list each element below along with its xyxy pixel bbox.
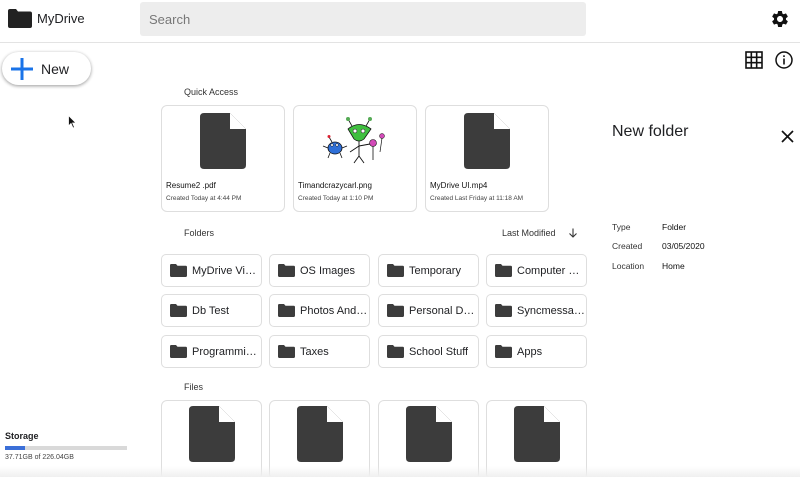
folder-item[interactable]: School Stuff — [378, 335, 479, 368]
folder-icon — [387, 345, 404, 358]
storage-bar — [5, 446, 127, 450]
folder-icon — [495, 345, 512, 358]
quick-access-card[interactable]: Resume2 .pdf Created Today at 4:44 PM — [161, 105, 285, 212]
folder-icon — [170, 304, 187, 317]
storage-bar-fill — [5, 446, 26, 450]
folder-name: Computer R… — [517, 264, 586, 277]
folder-item[interactable]: Programmin… — [161, 335, 262, 368]
document-icon — [200, 113, 246, 169]
sort-label: Last Modified — [502, 228, 556, 238]
file-meta: Created Today at 4:44 PM — [166, 195, 242, 202]
folder-item[interactable]: MyDrive Vid… — [161, 254, 262, 287]
search-input[interactable] — [140, 2, 586, 36]
file-name: MyDrive UI.mp4 — [430, 181, 488, 190]
quick-access-label: Quick Access — [184, 87, 239, 97]
thumbnail — [162, 106, 284, 176]
bottom-edge-shadow — [0, 466, 800, 477]
detail-row-created: Created 03/05/2020 — [612, 241, 705, 251]
folder-icon — [278, 264, 295, 277]
folder-item[interactable]: Photos And … — [269, 294, 370, 327]
folder-name: Temporary — [409, 264, 461, 277]
files-label: Files — [184, 382, 204, 392]
folder-item[interactable]: OS Images — [269, 254, 370, 287]
detail-key: Type — [612, 222, 631, 232]
folder-name: Photos And … — [300, 304, 369, 317]
folder-item[interactable]: Temporary — [378, 254, 479, 287]
folder-name: Syncmessage — [517, 304, 586, 317]
sort-control[interactable]: Last Modified — [502, 228, 578, 238]
folder-icon — [387, 304, 404, 317]
detail-key: Created — [612, 241, 643, 251]
folder-icon — [495, 304, 512, 317]
folder-icon — [170, 264, 187, 277]
folder-item[interactable]: Taxes — [269, 335, 370, 368]
folder-name: Taxes — [300, 345, 329, 358]
storage-panel: Storage 37.71GB of 226.04GB — [5, 431, 127, 461]
new-button-label: New — [41, 60, 70, 77]
folder-item[interactable]: Computer R… — [486, 254, 587, 287]
header: MyDrive — [0, 0, 800, 43]
grid-view-icon[interactable] — [745, 51, 763, 69]
folder-icon — [387, 264, 404, 277]
folder-name: School Stuff — [409, 345, 469, 358]
quick-access-card[interactable]: MyDrive UI.mp4 Created Last Friday at 11… — [425, 105, 549, 212]
logo[interactable]: MyDrive — [8, 9, 85, 28]
detail-key: Location — [612, 261, 645, 271]
quick-access-card[interactable]: Timandcrazycarl.png Created Today at 1:1… — [293, 105, 417, 212]
folder-name: Personal Dri… — [409, 304, 478, 317]
info-icon[interactable] — [775, 51, 793, 69]
document-icon — [296, 406, 343, 462]
folder-icon — [170, 345, 187, 358]
document-icon — [405, 406, 452, 462]
detail-value: Folder — [662, 222, 687, 232]
gear-icon[interactable] — [770, 9, 790, 29]
thumbnail — [426, 106, 548, 176]
mouse-cursor-icon — [68, 115, 77, 129]
storage-title: Storage — [5, 431, 39, 441]
file-name: Resume2 .pdf — [166, 181, 216, 190]
folder-name: OS Images — [300, 264, 356, 277]
details-title: New folder — [612, 123, 689, 140]
folder-name: Apps — [517, 345, 543, 358]
folder-logo-icon — [8, 9, 32, 28]
app-window: MyDrive New Storage 37.71GB of 226.04GB — [0, 0, 800, 477]
folders-label: Folders — [184, 228, 215, 238]
image-thumbnail — [322, 117, 385, 164]
folder-item[interactable]: Db Test — [161, 294, 262, 327]
folder-item[interactable]: Syncmessage — [486, 294, 587, 327]
detail-row-type: Type Folder — [612, 222, 686, 232]
thumbnail — [294, 106, 416, 176]
folder-icon — [278, 345, 295, 358]
app-name: MyDrive — [37, 11, 85, 26]
folder-name: Db Test — [192, 304, 230, 317]
document-icon — [188, 406, 235, 462]
document-icon — [513, 406, 560, 462]
detail-row-location: Location Home — [612, 261, 685, 271]
file-meta: Created Today at 1:10 PM — [298, 195, 374, 202]
folder-item[interactable]: Apps — [486, 335, 587, 368]
file-meta: Created Last Friday at 11:18 AM — [430, 195, 524, 202]
folder-name: Programmin… — [192, 345, 261, 358]
arrow-down-icon — [568, 228, 577, 238]
folder-icon — [495, 264, 512, 277]
detail-value: 03/05/2020 — [662, 241, 705, 251]
plus-icon — [11, 57, 33, 80]
close-icon[interactable] — [781, 130, 794, 143]
detail-value: Home — [662, 261, 685, 271]
file-name: Timandcrazycarl.png — [298, 181, 372, 190]
new-button[interactable]: New — [2, 52, 91, 85]
folder-item[interactable]: Personal Dri… — [378, 294, 479, 327]
folder-icon — [278, 304, 295, 317]
document-icon — [464, 113, 510, 169]
storage-usage-text: 37.71GB of 226.04GB — [5, 454, 74, 461]
folder-name: MyDrive Vid… — [192, 264, 261, 277]
